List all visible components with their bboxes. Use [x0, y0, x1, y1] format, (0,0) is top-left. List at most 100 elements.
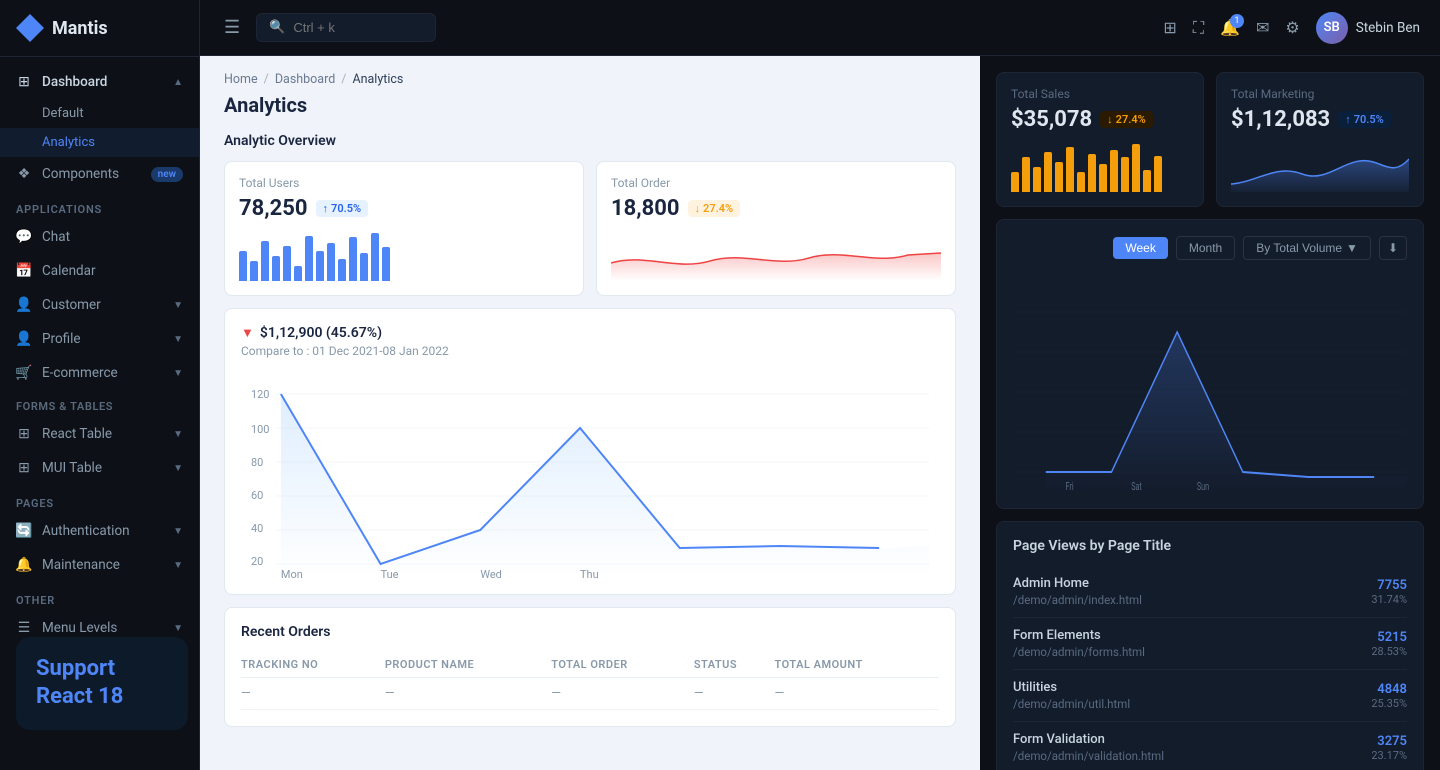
bar-2 — [250, 261, 258, 281]
col-total-order: TOTAL ORDER — [551, 652, 694, 678]
breadcrumb-dashboard[interactable]: Dashboard — [275, 72, 335, 87]
customer-icon: 👤 — [16, 297, 32, 313]
topbar: ☰ 🔍 ⊞ ⛶ 🔔 1 ✉ ⚙ SB Stebin Ben — [200, 0, 1440, 56]
income-arrow-down-icon: ▼ — [241, 325, 254, 341]
week-button[interactable]: Week — [1113, 237, 1167, 259]
sidebar-menu-levels-label: Menu Levels — [42, 620, 117, 636]
income-compare: Compare to : 01 Dec 2021-08 Jan 2022 — [241, 344, 449, 358]
sidebar-item-chat[interactable]: 💬 Chat — [0, 220, 199, 254]
marketing-arrow-icon: ↑ — [1345, 113, 1351, 126]
notifications-icon[interactable]: 🔔 1 — [1220, 18, 1240, 37]
sidebar-item-react-table[interactable]: ⊞ React Table ▼ — [0, 417, 199, 451]
total-users-card: Total Users 78,250 ↑ 70.5% — [224, 161, 584, 296]
sidebar-item-customer[interactable]: 👤 Customer ▼ — [0, 288, 199, 322]
dark-income-toolbar: Week Month By Total Volume ▼ ⬇ — [1013, 236, 1407, 260]
apps-icon[interactable]: ⊞ — [1163, 18, 1176, 37]
total-order-badge: ↓ 27.4% — [688, 200, 741, 217]
support-popup-text: Support React 18 — [36, 655, 168, 712]
sidebar-item-profile[interactable]: 👤 Profile ▼ — [0, 322, 199, 356]
components-new-badge: new — [151, 167, 183, 182]
sidebar-item-ecommerce[interactable]: 🛒 E-commerce ▼ — [0, 356, 199, 390]
chevron-down-icon6: ▼ — [173, 526, 183, 537]
search-box[interactable]: 🔍 — [256, 13, 436, 42]
volume-button[interactable]: By Total Volume ▼ — [1243, 236, 1371, 260]
income-light-chart: 120 100 80 60 40 20 — [241, 378, 939, 578]
sidebar-components-label: Components — [42, 166, 119, 182]
total-users-badge: ↑ 70.5% — [316, 200, 369, 217]
total-sales-value: $35,078 — [1011, 107, 1092, 132]
dashboard-icon: ⊞ — [16, 74, 32, 90]
bar-6 — [294, 266, 302, 281]
chevron-down-icon3: ▼ — [173, 368, 183, 379]
table-row: — — — — — — [241, 678, 939, 710]
download-button[interactable]: ⬇ — [1379, 236, 1407, 260]
income-card: ▼ $1,12,900 (45.67%) Compare to : 01 Dec… — [224, 308, 956, 595]
sidebar-item-components[interactable]: ❖ Components new — [0, 157, 199, 191]
page-views-title: Page Views by Page Title — [1013, 538, 1407, 554]
sidebar-item-mui-table[interactable]: ⊞ MUI Table ▼ — [0, 451, 199, 485]
sidebar-item-calendar[interactable]: 📅 Calendar — [0, 254, 199, 288]
sidebar-calendar-label: Calendar — [42, 263, 96, 279]
react-table-icon: ⊞ — [16, 426, 32, 442]
avatar: SB — [1316, 12, 1348, 44]
search-input[interactable] — [293, 20, 413, 35]
ecommerce-icon: 🛒 — [16, 365, 32, 381]
chevron-up-icon: ▲ — [173, 77, 183, 88]
chevron-down-volume-icon: ▼ — [1346, 241, 1358, 255]
calendar-icon: 📅 — [16, 263, 32, 279]
search-icon: 🔍 — [269, 20, 285, 35]
chevron-down-icon5: ▼ — [173, 463, 183, 474]
sidebar-react-table-label: React Table — [42, 426, 112, 442]
bar-13 — [371, 233, 379, 281]
sidebar: Mantis ⊞ Dashboard ▲ Default Analytics ❖… — [0, 0, 200, 770]
sidebar-item-dashboard[interactable]: ⊞ Dashboard ▲ — [0, 65, 199, 99]
topbar-right: ⊞ ⛶ 🔔 1 ✉ ⚙ SB Stebin Ben — [1163, 12, 1420, 44]
sidebar-item-authentication[interactable]: 🔄 Authentication ▼ — [0, 514, 199, 548]
arrow-down-icon: ↓ — [695, 202, 701, 215]
bar-9 — [327, 243, 335, 281]
bar-1 — [239, 251, 247, 281]
sidebar-item-maintenance[interactable]: 🔔 Maintenance ▼ — [0, 548, 199, 582]
main-content-dark: Total Sales $35,078 ↓ 27.4% — [980, 56, 1440, 770]
menu-levels-icon: ☰ — [16, 620, 32, 636]
col-status: STATUS — [694, 652, 775, 678]
split-container: Home / Dashboard / Analytics Analytics A… — [200, 56, 1440, 770]
total-sales-badge: ↓ 27.4% — [1100, 111, 1153, 128]
bar-3 — [261, 241, 269, 281]
support-popup[interactable]: Support React 18 — [16, 637, 188, 730]
total-marketing-chart — [1231, 144, 1409, 192]
page-view-item-2: Form Elements /demo/admin/forms.html 521… — [1013, 618, 1407, 670]
user-info[interactable]: SB Stebin Ben — [1316, 12, 1420, 44]
messages-icon[interactable]: ✉ — [1256, 18, 1269, 37]
page-header: Home / Dashboard / Analytics Analytics — [200, 56, 980, 125]
analytic-overview-section: Analytic Overview Total Users 78,250 ↑ 7… — [200, 125, 980, 308]
chevron-down-icon7: ▼ — [173, 560, 183, 571]
income-header: ▼ $1,12,900 (45.67%) Compare to : 01 Dec… — [241, 325, 939, 374]
fullscreen-icon[interactable]: ⛶ — [1193, 18, 1204, 38]
other-section-label: Other — [0, 582, 199, 611]
month-button[interactable]: Month — [1176, 236, 1235, 260]
svg-text:Sun: Sun — [1197, 481, 1209, 492]
svg-text:Wed: Wed — [480, 568, 502, 578]
components-icon: ❖ — [16, 166, 32, 182]
settings-icon[interactable]: ⚙ — [1285, 18, 1299, 37]
forms-section-label: Forms & Tables — [0, 390, 199, 417]
sales-arrow-icon: ↓ — [1107, 113, 1113, 126]
sidebar-item-default[interactable]: Default — [0, 99, 199, 128]
sidebar-item-analytics[interactable]: Analytics — [0, 128, 199, 157]
total-sales-chart — [1011, 144, 1189, 192]
analytic-cards-row: Total Users 78,250 ↑ 70.5% — [224, 161, 956, 296]
menu-toggle-button[interactable]: ☰ — [220, 13, 244, 42]
orders-card: Recent Orders TRACKING NO PRODUCT NAME T… — [224, 607, 956, 727]
chevron-down-icon: ▼ — [173, 300, 183, 311]
total-order-card: Total Order 18,800 ↓ 27.4% — [596, 161, 956, 296]
svg-text:60: 60 — [251, 489, 263, 502]
breadcrumb-home[interactable]: Home — [224, 72, 258, 87]
user-name: Stebin Ben — [1356, 20, 1420, 36]
svg-text:100: 100 — [251, 423, 269, 436]
chevron-down-icon2: ▼ — [173, 334, 183, 345]
dark-income-chart: Fri Sat Sun — [1013, 272, 1407, 492]
topbar-left: ☰ 🔍 — [220, 13, 436, 42]
col-product: PRODUCT NAME — [385, 652, 551, 678]
breadcrumb: Home / Dashboard / Analytics — [224, 72, 956, 87]
